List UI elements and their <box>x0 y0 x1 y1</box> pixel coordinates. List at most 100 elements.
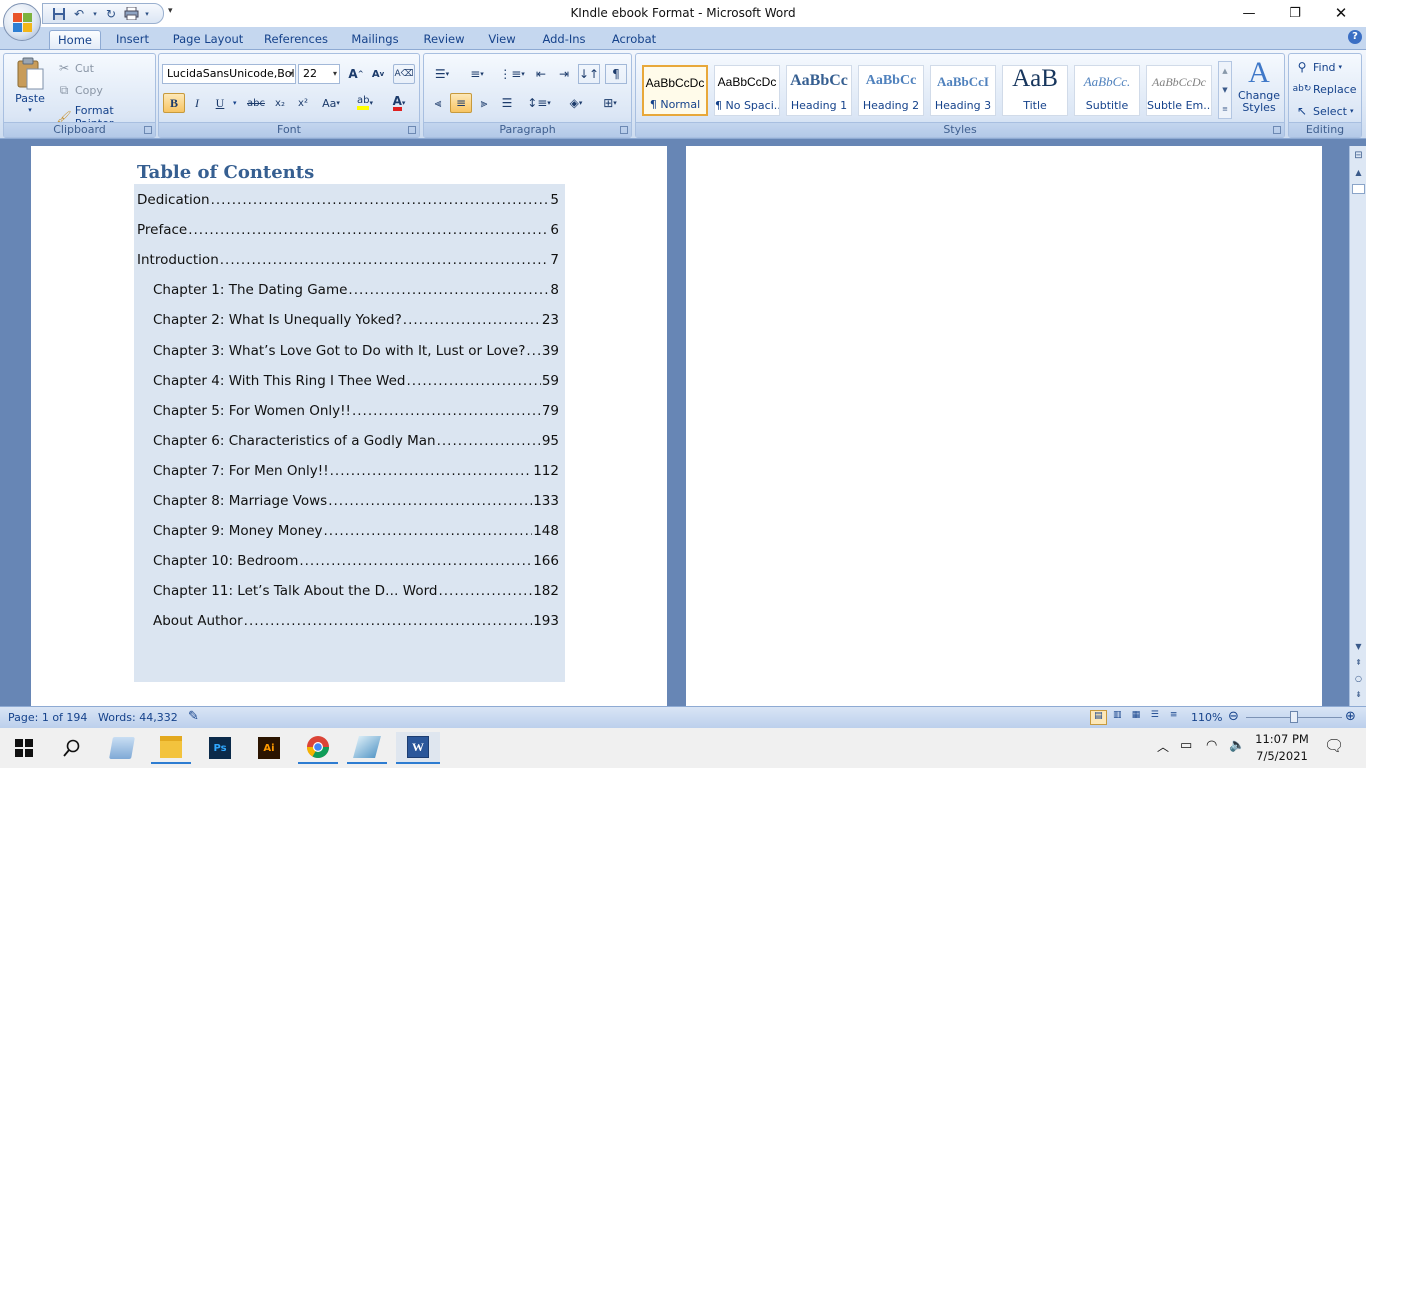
scroll-down-icon[interactable]: ▼ <box>1352 640 1365 653</box>
scroll-up-icon[interactable]: ▲ <box>1352 166 1365 179</box>
show-marks-button[interactable]: ¶ <box>605 64 627 84</box>
chevron-up-icon[interactable]: ︿ <box>1157 738 1169 755</box>
multilevel-list-button[interactable]: ⋮≡ ▾ <box>497 64 527 84</box>
restore-button[interactable]: ❐ <box>1272 0 1318 26</box>
sort-button[interactable]: ↓↑ <box>578 64 600 84</box>
search-button[interactable] <box>52 732 92 764</box>
toc-entry[interactable]: Chapter 2: What Is Unequally Yoked?.....… <box>153 312 559 332</box>
outline-icon[interactable]: ☰ <box>1146 710 1163 725</box>
tab-mailings[interactable]: Mailings <box>343 30 407 49</box>
superscript-button[interactable]: x² <box>292 93 314 113</box>
styles-gallery-scroll[interactable]: ▲ ▼ ≡ <box>1218 61 1232 119</box>
select-button[interactable]: ↖ Select ▾ <box>1294 103 1353 119</box>
toc-entry[interactable]: Introduction............................… <box>137 252 559 272</box>
bullets-button[interactable]: ☰ ▾ <box>427 64 457 84</box>
more-styles-icon[interactable]: ≡ <box>1219 100 1231 118</box>
zoom-slider-thumb[interactable] <box>1290 711 1298 723</box>
clipboard-launcher-icon[interactable] <box>144 126 152 134</box>
font-color-button[interactable]: A ▾ <box>383 93 415 113</box>
style-normal[interactable]: AaBbCcDc ¶ Normal <box>642 65 708 116</box>
change-styles-button[interactable]: A Change Styles <box>1236 56 1282 114</box>
file-explorer-button[interactable] <box>151 732 191 764</box>
taskbar-app-2[interactable] <box>347 732 387 764</box>
subscript-button[interactable]: x₂ <box>269 93 291 113</box>
style-heading-3[interactable]: AaBbCcI Heading 3 <box>930 65 996 116</box>
style-no-spacing[interactable]: AaBbCcDc ¶ No Spaci... <box>714 65 780 116</box>
start-button[interactable] <box>4 732 44 764</box>
toc-entry[interactable]: Chapter 1: The Dating Game..............… <box>153 282 559 302</box>
toc-entry[interactable]: Chapter 9: Money Money..................… <box>153 523 559 543</box>
decrease-indent-button[interactable]: ⇤ <box>530 64 552 84</box>
toc-entry[interactable]: About Author............................… <box>153 613 559 633</box>
toc-entry[interactable]: Chapter 7: For Men Only!!...............… <box>153 463 559 483</box>
grow-font-button[interactable]: A ^ <box>345 64 367 84</box>
font-size-select[interactable]: 22 ▾ <box>298 64 340 84</box>
tab-page-layout[interactable]: Page Layout <box>168 30 248 49</box>
tab-add-ins[interactable]: Add-Ins <box>536 30 592 49</box>
borders-button[interactable]: ⊞ ▾ <box>594 93 626 113</box>
shading-button[interactable]: ◈ ▾ <box>560 93 592 113</box>
styles-launcher-icon[interactable] <box>1273 126 1281 134</box>
font-family-select[interactable]: LucidaSansUnicode,Bol ▾ <box>162 64 296 84</box>
align-left-button[interactable]: ⫷ <box>427 93 449 113</box>
vertical-scrollbar[interactable]: ⊟ ▲ ▼ ⇞ ○ ⇟ <box>1349 146 1366 706</box>
toc-entry[interactable]: Preface.................................… <box>137 222 559 242</box>
chevron-down-icon[interactable]: ▼ <box>1219 81 1231 100</box>
chevron-up-icon[interactable]: ▲ <box>1219 62 1231 81</box>
battery-icon[interactable]: ▭ <box>1180 738 1192 753</box>
increase-indent-button[interactable]: ⇥ <box>553 64 575 84</box>
chrome-button[interactable] <box>298 732 338 764</box>
word-count[interactable]: Words: 44,332 <box>98 711 178 724</box>
toc-entry[interactable]: Chapter 8: Marriage Vows................… <box>153 493 559 513</box>
style-title[interactable]: AaB Title <box>1002 65 1068 116</box>
page-2[interactable] <box>686 146 1322 706</box>
ruler-toggle-icon[interactable]: ⊟ <box>1352 149 1365 162</box>
zoom-out-icon[interactable]: ⊖ <box>1228 709 1239 724</box>
bold-button[interactable]: B <box>163 93 185 113</box>
toc-entry[interactable]: Chapter 11: Let’s Talk About the D… Word… <box>153 583 559 603</box>
underline-button[interactable]: U <box>209 93 231 113</box>
change-case-button[interactable]: Aa ▾ <box>317 93 345 113</box>
style-subtitle[interactable]: AaBbCc. Subtitle <box>1074 65 1140 116</box>
taskbar-app-1[interactable] <box>102 732 142 764</box>
tab-home[interactable]: Home <box>49 30 101 49</box>
align-center-button[interactable]: ≡ <box>450 93 472 113</box>
tab-review[interactable]: Review <box>418 30 470 49</box>
underline-dropdown-icon[interactable]: ▾ <box>233 99 237 107</box>
volume-icon[interactable]: 🔈 <box>1229 738 1245 753</box>
tab-insert[interactable]: Insert <box>110 30 155 49</box>
toc-entry[interactable]: Chapter 10: Bedroom.....................… <box>153 553 559 573</box>
cut-button[interactable]: ✂ Cut <box>56 60 94 76</box>
office-button[interactable] <box>3 3 41 41</box>
strikethrough-button[interactable]: abc <box>245 93 267 113</box>
previous-page-icon[interactable]: ⇞ <box>1352 656 1365 669</box>
style-heading-2[interactable]: AaBbCc Heading 2 <box>858 65 924 116</box>
find-button[interactable]: ⚲ Find ▾ <box>1294 59 1342 75</box>
tab-references[interactable]: References <box>258 30 334 49</box>
help-icon[interactable]: ? <box>1348 30 1362 44</box>
clock[interactable]: 11:07 PM 7/5/2021 <box>1254 731 1310 765</box>
style-heading-1[interactable]: AaBbCc Heading 1 <box>786 65 852 116</box>
font-launcher-icon[interactable] <box>408 126 416 134</box>
line-spacing-button[interactable]: ↕≡ ▾ <box>523 93 555 113</box>
toc-entry[interactable]: Dedication..............................… <box>137 192 559 212</box>
print-layout-icon[interactable]: ▤ <box>1090 710 1107 725</box>
replace-button[interactable]: ab↻ Replace <box>1293 81 1357 97</box>
clear-formatting-button[interactable]: A⌫ <box>393 64 415 84</box>
italic-button[interactable]: I <box>186 93 208 113</box>
draft-icon[interactable]: ≡ <box>1165 710 1182 725</box>
photoshop-button[interactable]: Ps <box>200 732 240 764</box>
next-page-icon[interactable]: ⇟ <box>1352 688 1365 701</box>
illustrator-button[interactable]: Ai <box>249 732 289 764</box>
paste-dropdown-icon[interactable]: ▾ <box>28 106 32 114</box>
notifications-icon[interactable]: 🗨 <box>1324 736 1344 755</box>
toc-entry[interactable]: Chapter 5: For Women Only!!.............… <box>153 403 559 423</box>
justify-button[interactable]: ☰ <box>496 93 518 113</box>
shrink-font-button[interactable]: Av <box>367 64 389 84</box>
style-subtle-emphasis[interactable]: AaBbCcDc Subtle Em... <box>1146 65 1212 116</box>
page-count[interactable]: Page: 1 of 194 <box>8 711 87 724</box>
minimize-button[interactable]: — <box>1226 0 1272 26</box>
align-right-button[interactable]: ⫸ <box>473 93 495 113</box>
document-area[interactable]: Table of Contents Dedication............… <box>0 139 1366 706</box>
highlight-button[interactable]: ab ▾ <box>349 93 381 113</box>
